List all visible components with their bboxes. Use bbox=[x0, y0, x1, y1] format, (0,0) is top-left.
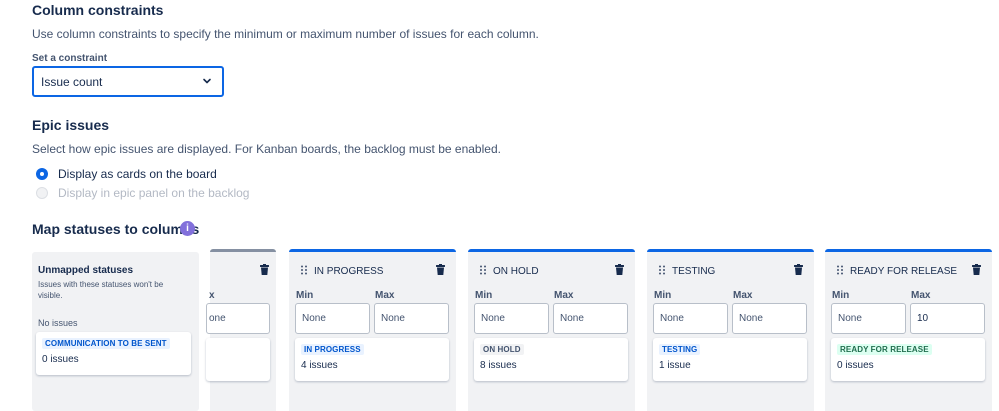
radio-epic-panel-label: Display in epic panel on the backlog bbox=[58, 186, 250, 200]
issue-count: 0 issues bbox=[42, 354, 79, 365]
set-constraint-label: Set a constraint bbox=[32, 53, 108, 64]
constraint-select[interactable]: Issue count bbox=[32, 66, 224, 97]
min-input[interactable]: None bbox=[295, 303, 370, 334]
max-label-fragment: x bbox=[209, 290, 215, 301]
unmapped-statuses-panel: Unmapped statuses Issues with these stat… bbox=[32, 252, 199, 411]
drag-handle-icon[interactable] bbox=[836, 265, 844, 275]
min-input[interactable]: None bbox=[831, 303, 906, 334]
map-statuses-heading: Map statuses to columns bbox=[32, 221, 200, 237]
status-card[interactable]: COMMUNICATION TO BE SENT 0 issues bbox=[36, 332, 191, 375]
column-ready-for-release[interactable]: READY FOR RELEASE Min Max None 10 READY … bbox=[825, 249, 992, 411]
radio-selected-icon[interactable] bbox=[36, 168, 48, 180]
status-lozenge: TESTING bbox=[659, 344, 701, 355]
constraint-select-value: Issue count bbox=[41, 74, 103, 89]
trash-icon[interactable] bbox=[794, 264, 803, 275]
issue-count: 8 issues bbox=[480, 360, 517, 371]
max-label: Max bbox=[375, 290, 395, 301]
status-lozenge: ON HOLD bbox=[480, 344, 524, 355]
column-in-progress[interactable]: IN PROGRESS Min Max None None IN PROGRES… bbox=[289, 249, 456, 411]
min-label: Min bbox=[296, 290, 314, 301]
min-label: Min bbox=[475, 290, 493, 301]
epic-issues-description: Select how epic issues are displayed. Fo… bbox=[32, 142, 501, 156]
status-lozenge: READY FOR RELEASE bbox=[837, 344, 932, 355]
issue-count: 4 issues bbox=[301, 360, 338, 371]
radio-epic-panel: Display in epic panel on the backlog bbox=[36, 186, 249, 200]
chevron-down-icon bbox=[202, 75, 212, 89]
status-card[interactable]: READY FOR RELEASE 0 issues bbox=[831, 338, 985, 381]
status-lozenge: IN PROGRESS bbox=[301, 344, 364, 355]
trash-icon[interactable] bbox=[615, 264, 624, 275]
unmapped-title: Unmapped statuses bbox=[38, 265, 134, 276]
min-input[interactable]: None bbox=[474, 303, 549, 334]
drag-handle-icon[interactable] bbox=[658, 265, 666, 275]
column-name: TESTING bbox=[672, 266, 716, 277]
status-card[interactable]: ON HOLD 8 issues bbox=[474, 338, 628, 381]
status-lozenge: COMMUNICATION TO BE SENT bbox=[42, 338, 170, 349]
max-input-fragment[interactable]: one bbox=[206, 303, 270, 334]
issue-count: 0 issues bbox=[837, 360, 874, 371]
trash-icon[interactable] bbox=[260, 264, 269, 275]
issue-count: 1 issue bbox=[659, 360, 691, 371]
column-partial: x one bbox=[206, 249, 276, 411]
epic-issues-heading: Epic issues bbox=[32, 117, 110, 133]
radio-cards-on-board-label: Display as cards on the board bbox=[58, 167, 217, 181]
trash-icon[interactable] bbox=[436, 264, 445, 275]
max-input[interactable]: None bbox=[374, 303, 449, 334]
unmapped-empty: No issues bbox=[38, 318, 78, 328]
column-name: ON HOLD bbox=[493, 266, 539, 277]
drag-handle-icon[interactable] bbox=[300, 265, 308, 275]
status-card-fragment[interactable] bbox=[206, 338, 270, 381]
status-card[interactable]: IN PROGRESS 4 issues bbox=[295, 338, 449, 381]
max-input[interactable]: 10 bbox=[910, 303, 985, 334]
max-input[interactable]: None bbox=[553, 303, 628, 334]
min-label: Min bbox=[654, 290, 672, 301]
max-label: Max bbox=[554, 290, 574, 301]
info-icon[interactable]: i bbox=[180, 221, 195, 236]
radio-cards-on-board[interactable]: Display as cards on the board bbox=[36, 167, 217, 181]
column-testing[interactable]: TESTING Min Max None None TESTING 1 issu… bbox=[647, 249, 814, 411]
drag-handle-icon[interactable] bbox=[479, 265, 487, 275]
column-constraints-description: Use column constraints to specify the mi… bbox=[32, 27, 539, 41]
radio-unselected-icon bbox=[36, 187, 48, 199]
max-label: Max bbox=[911, 290, 931, 301]
min-input[interactable]: None bbox=[653, 303, 728, 334]
min-label: Min bbox=[832, 290, 850, 301]
column-name: READY FOR RELEASE bbox=[850, 266, 958, 277]
status-card[interactable]: TESTING 1 issue bbox=[653, 338, 807, 381]
max-input[interactable]: None bbox=[732, 303, 807, 334]
column-on-hold[interactable]: ON HOLD Min Max None None ON HOLD 8 issu… bbox=[468, 249, 635, 411]
max-label: Max bbox=[733, 290, 753, 301]
column-constraints-heading: Column constraints bbox=[32, 2, 164, 18]
column-name: IN PROGRESS bbox=[314, 266, 384, 277]
unmapped-subtitle: Issues with these statuses won't be visi… bbox=[38, 280, 164, 300]
trash-icon[interactable] bbox=[972, 264, 981, 275]
